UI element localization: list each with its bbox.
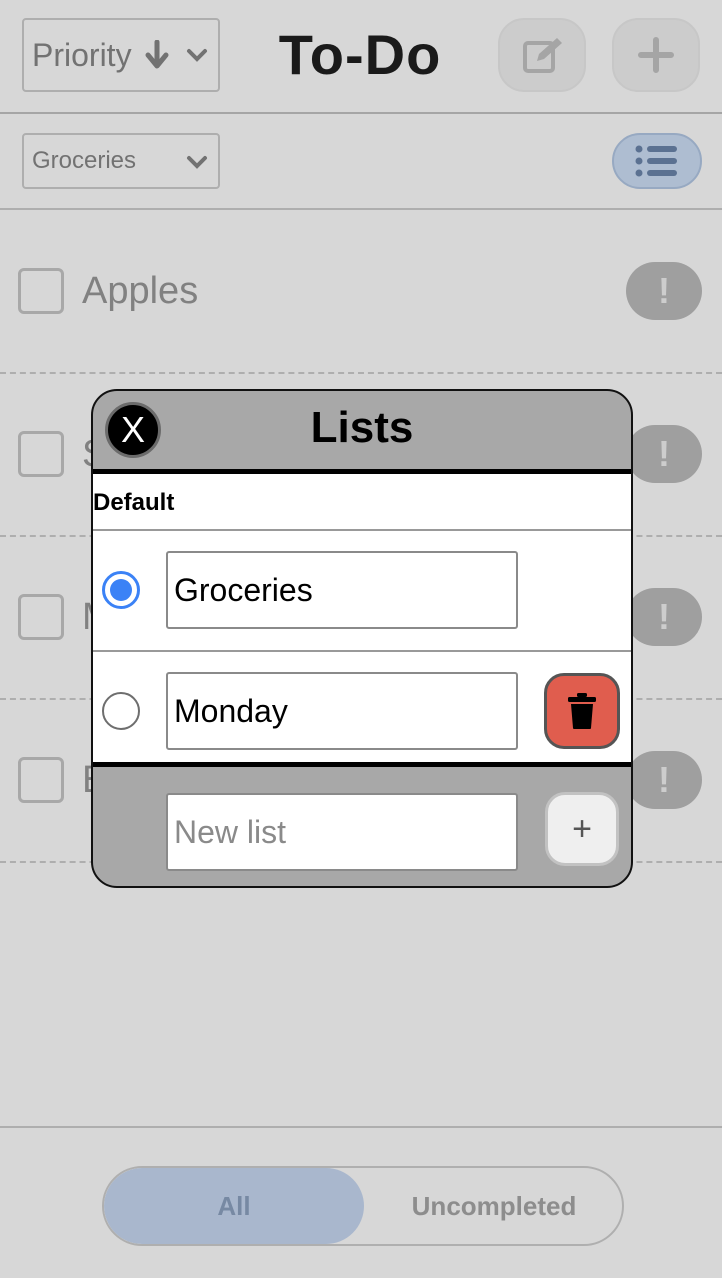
new-list-input[interactable] xyxy=(166,793,518,871)
modal-title: Lists xyxy=(310,403,414,452)
trash-icon xyxy=(568,693,596,729)
section-label: Default xyxy=(93,474,631,531)
delete-list-button[interactable] xyxy=(544,673,620,749)
modal-header: Lists X xyxy=(93,391,631,469)
modal-body: Default xyxy=(93,469,631,767)
list-item xyxy=(93,531,631,650)
list-item xyxy=(93,650,631,769)
lists-modal: Lists X Default Groceries Monday New lis… xyxy=(91,389,633,888)
close-icon: X xyxy=(120,409,145,450)
list-radio[interactable] xyxy=(102,692,140,730)
list-name-input[interactable] xyxy=(166,551,518,629)
add-list-button[interactable]: + xyxy=(545,792,619,866)
list-name-input[interactable] xyxy=(166,672,518,750)
todo-app: Priority To-Do Groceries Apples ! ! ! ! … xyxy=(0,0,722,1278)
close-button[interactable]: X xyxy=(105,402,161,458)
plus-icon: + xyxy=(572,809,592,848)
modal-footer: + xyxy=(93,767,631,886)
list-radio-selected[interactable] xyxy=(102,571,140,609)
